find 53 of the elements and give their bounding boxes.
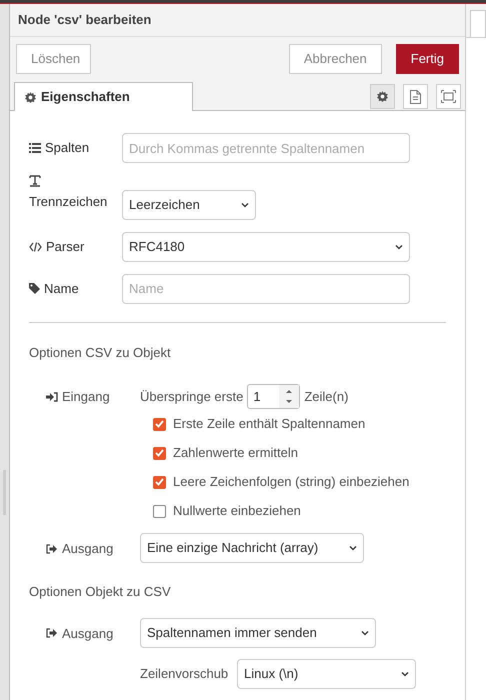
field-label: Ausgang xyxy=(62,624,114,643)
checkbox[interactable] xyxy=(153,418,166,430)
gear-icon xyxy=(377,91,388,102)
spinner-arrows-icon[interactable] xyxy=(279,385,300,408)
checkbox-label: Leere Zeichenfolgen (string) einbeziehen xyxy=(173,473,410,492)
unit-label: Zeile(n) xyxy=(304,388,348,406)
select-field[interactable]: Eine einzige Nachricht (array) xyxy=(140,533,364,563)
appearance-button[interactable] xyxy=(436,84,461,109)
select-field[interactable]: Leerzeichen xyxy=(122,190,256,220)
field-label: Trennzeichen xyxy=(29,193,108,211)
code-icon xyxy=(29,242,42,252)
sign-in-icon xyxy=(46,392,58,402)
chevron-icon xyxy=(395,244,403,250)
field-label: Zeilenvorschub xyxy=(140,664,230,683)
frame-icon xyxy=(441,90,456,103)
sign-out-icon xyxy=(46,628,58,638)
settings-button[interactable] xyxy=(370,84,395,109)
tag-icon xyxy=(29,283,40,294)
delete-button[interactable]: Löschen xyxy=(16,44,91,74)
chevron-icon xyxy=(361,630,369,636)
select-field[interactable]: Spaltennamen immer senden xyxy=(140,618,376,648)
field-label: Spalten xyxy=(45,139,90,158)
field-label: Name xyxy=(44,280,79,298)
checkbox[interactable] xyxy=(153,446,166,460)
select-field[interactable]: RFC4180 xyxy=(122,232,410,262)
text-field[interactable]: Name xyxy=(122,274,410,304)
text-field[interactable]: Durch Kommas getrennte Spaltennamen xyxy=(122,133,410,163)
document-icon xyxy=(410,90,421,104)
checkbox[interactable] xyxy=(153,476,166,488)
section-title: Optionen CSV zu Objekt xyxy=(29,344,172,362)
checkbox-label: Nullwerte einbeziehen xyxy=(173,502,301,520)
text-height-icon xyxy=(29,175,41,187)
section-title: Optionen Objekt zu CSV xyxy=(29,583,172,601)
sign-out-icon xyxy=(46,544,58,554)
dialog-title: Node 'csv' bearbeiten xyxy=(10,4,465,37)
chevron-icon xyxy=(241,202,249,208)
field-label: Eingang xyxy=(62,388,110,406)
done-button[interactable]: Fertig xyxy=(396,44,459,74)
checkbox-label: Erste Zeile enthält Spaltennamen xyxy=(173,415,366,434)
description-button[interactable] xyxy=(403,84,428,109)
cancel-button[interactable]: Abbrechen xyxy=(288,44,382,74)
checkbox-label: Zahlenwerte ermitteln xyxy=(173,444,298,462)
chevron-icon xyxy=(349,545,357,551)
properties-tab[interactable]: Eigenschaften xyxy=(14,82,193,111)
chevron-icon xyxy=(401,670,409,676)
list-icon xyxy=(29,143,41,153)
field-label: Ausgang xyxy=(62,540,114,558)
number-spinner[interactable]: 1 xyxy=(247,384,300,409)
select-field[interactable]: Linux (\n) xyxy=(237,658,416,688)
skip-label: Überspringe erste xyxy=(140,388,244,406)
gear-icon xyxy=(25,92,36,102)
field-label: Parser xyxy=(46,238,84,256)
checkbox[interactable] xyxy=(153,504,166,518)
